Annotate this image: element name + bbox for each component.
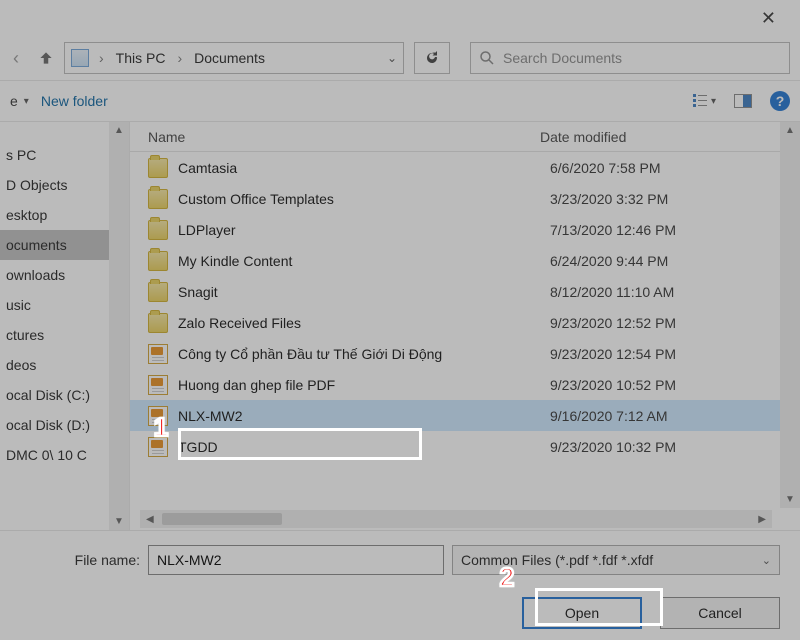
tree-scrollbar[interactable]: ▲ ▼ [109,122,129,530]
file-name: TGDD [178,439,550,455]
folder-icon [148,220,168,240]
help-icon[interactable]: ? [770,91,790,111]
folder-tree[interactable]: s PCD Objectsesktopocumentsownloadsusicc… [0,122,130,530]
chevron-right-icon: › [173,50,186,66]
search-placeholder: Search Documents [503,50,622,66]
dialog-footer: File name: Common Files (*.pdf *.fdf *.x… [0,530,800,640]
close-icon[interactable]: ✕ [747,4,790,33]
file-row[interactable]: Công ty Cổ phần Đầu tư Thế Giới Di Động9… [130,338,800,369]
column-headers[interactable]: Name Date modified [130,122,800,152]
file-row[interactable]: NLX-MW29/16/2020 7:12 AM [130,400,800,431]
file-name: Custom Office Templates [178,191,550,207]
dialog-body: s PCD Objectsesktopocumentsownloadsusicc… [0,122,800,530]
file-name: My Kindle Content [178,253,550,269]
file-name: LDPlayer [178,222,550,238]
view-options[interactable]: ▾ [693,93,716,110]
nav-row: ‹ › This PC › Documents ⌄ Search Documen… [0,36,800,80]
scroll-down-icon[interactable]: ▼ [114,513,124,530]
file-date: 6/24/2020 9:44 PM [550,253,800,269]
list-h-scrollbar[interactable]: ◀ ▶ [140,510,772,528]
scroll-down-icon[interactable]: ▼ [785,491,795,508]
filename-label: File name: [20,552,140,568]
scroll-right-icon[interactable]: ▶ [752,514,772,525]
file-date: 7/13/2020 12:46 PM [550,222,800,238]
list-view-icon [693,93,707,110]
toolbar: e▾ New folder ▾ ? [0,80,800,122]
file-name: Huong dan ghep file PDF [178,377,550,393]
up-icon[interactable] [34,46,58,70]
column-name[interactable]: Name [148,129,540,145]
crumb-root[interactable]: This PC [114,50,168,66]
file-row[interactable]: Huong dan ghep file PDF9/23/2020 10:52 P… [130,369,800,400]
file-name: NLX-MW2 [178,408,550,424]
column-date[interactable]: Date modified [540,129,800,145]
chevron-down-icon: ⌄ [762,554,771,567]
scroll-thumb[interactable] [162,513,282,525]
chevron-right-icon: › [95,50,108,66]
file-row[interactable]: Camtasia6/6/2020 7:58 PM [130,152,800,183]
titlebar: ✕ [0,0,800,36]
file-name: Zalo Received Files [178,315,550,331]
file-row[interactable]: Zalo Received Files9/23/2020 12:52 PM [130,307,800,338]
callout-2: 2 [490,560,524,594]
cancel-button[interactable]: Cancel [660,597,780,629]
back-icon[interactable]: ‹ [4,46,28,70]
open-button[interactable]: Open [522,597,642,629]
new-folder-button[interactable]: New folder [41,93,108,109]
folder-icon [148,282,168,302]
file-date: 9/23/2020 12:52 PM [550,315,800,331]
folder-icon [148,313,168,333]
folder-icon [148,189,168,209]
refresh-button[interactable] [414,42,450,74]
filename-input[interactable] [148,545,444,575]
scroll-up-icon[interactable]: ▲ [785,122,795,139]
address-bar[interactable]: › This PC › Documents ⌄ [64,42,404,74]
search-input[interactable]: Search Documents [470,42,790,74]
file-row[interactable]: Snagit8/12/2020 11:10 AM [130,276,800,307]
file-list[interactable]: Name Date modified Camtasia6/6/2020 7:58… [130,122,800,530]
file-date: 9/16/2020 7:12 AM [550,408,800,424]
crumb-current[interactable]: Documents [192,50,267,66]
file-row[interactable]: LDPlayer7/13/2020 12:46 PM [130,214,800,245]
file-date: 8/12/2020 11:10 AM [550,284,800,300]
folder-icon [148,251,168,271]
file-open-dialog: ✕ ‹ › This PC › Documents ⌄ Search Docum… [0,0,800,640]
file-name: Công ty Cổ phần Đầu tư Thế Giới Di Động [178,346,550,362]
file-date: 9/23/2020 10:52 PM [550,377,800,393]
file-date: 6/6/2020 7:58 PM [550,160,800,176]
folder-icon [148,158,168,178]
file-row[interactable]: TGDD9/23/2020 10:32 PM [130,431,800,462]
pdf-file-icon [148,375,168,395]
location-icon [71,49,89,67]
search-icon [479,50,495,66]
organize-menu[interactable]: e▾ [10,93,29,109]
file-row[interactable]: Custom Office Templates3/23/2020 3:32 PM [130,183,800,214]
file-name: Snagit [178,284,550,300]
file-name: Camtasia [178,160,550,176]
file-row[interactable]: My Kindle Content6/24/2020 9:44 PM [130,245,800,276]
scroll-left-icon[interactable]: ◀ [140,514,160,525]
list-v-scrollbar[interactable]: ▲ ▼ [780,122,800,508]
callout-1: 1 [144,410,178,444]
preview-pane-icon[interactable] [734,94,752,108]
file-date: 9/23/2020 10:32 PM [550,439,800,455]
file-date: 9/23/2020 12:54 PM [550,346,800,362]
chevron-down-icon[interactable]: ⌄ [387,51,397,65]
scroll-up-icon[interactable]: ▲ [114,122,124,139]
pdf-file-icon [148,344,168,364]
file-date: 3/23/2020 3:32 PM [550,191,800,207]
